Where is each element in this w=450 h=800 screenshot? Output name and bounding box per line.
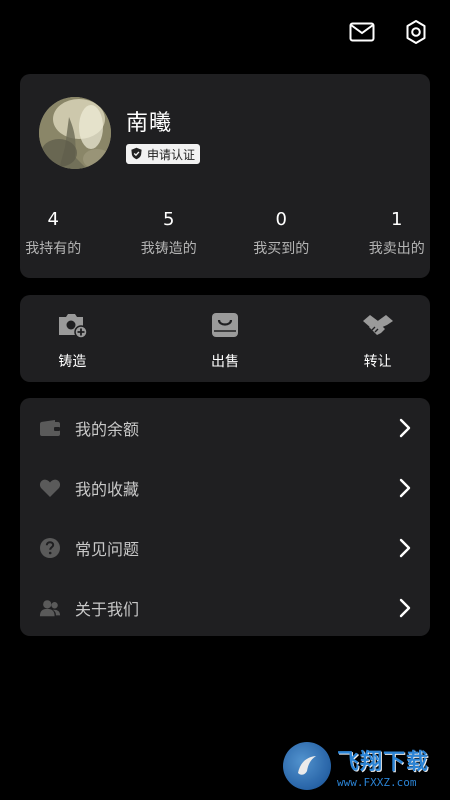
- stat-label: 我买到的: [253, 241, 310, 257]
- mint-button[interactable]: 铸造: [4, 295, 141, 382]
- chevron-right-icon: [398, 538, 412, 558]
- heart-icon: [39, 477, 61, 499]
- actions-card: 铸造 出售 转让: [20, 295, 430, 382]
- transfer-button[interactable]: 转让: [309, 295, 446, 382]
- chevron-right-icon: [398, 478, 412, 498]
- watermark-url: www.FXXZ.com: [337, 775, 417, 789]
- menu-item-about[interactable]: 关于我们: [20, 578, 430, 638]
- profile-page: 南曦 申请认证 4 我持有的 5 我铸造的 0 我买到的 1 我卖出的 铸造 出…: [0, 0, 450, 800]
- stat-value: 5: [163, 209, 175, 230]
- gear-icon[interactable]: [402, 18, 430, 46]
- stat-value: 0: [275, 209, 287, 230]
- watermark-logo-icon: [283, 742, 331, 790]
- watermark: 飞翔下载 www.FXXZ.com: [283, 740, 443, 792]
- stat-label: 我卖出的: [368, 241, 425, 257]
- users-icon: [39, 597, 61, 619]
- question-icon: [39, 537, 61, 559]
- verify-label: 申请认证: [147, 147, 196, 162]
- chevron-right-icon: [398, 598, 412, 618]
- handshake-icon: [361, 311, 395, 343]
- menu-item-faq[interactable]: 常见问题: [20, 518, 430, 578]
- camera-plus-icon: [56, 311, 89, 343]
- stat-bought[interactable]: 0 我买到的: [230, 208, 333, 258]
- stat-sold[interactable]: 1 我卖出的: [346, 208, 449, 258]
- watermark-title: 飞翔下载: [337, 749, 430, 775]
- menu-item-balance[interactable]: 我的余额: [20, 398, 430, 458]
- stat-label: 我持有的: [25, 241, 82, 257]
- profile-card: 南曦 申请认证 4 我持有的 5 我铸造的 0 我买到的 1 我卖出的: [20, 74, 430, 278]
- stat-minted[interactable]: 5 我铸造的: [118, 208, 221, 258]
- action-label: 铸造: [58, 354, 87, 370]
- verified-shield-icon: [130, 145, 143, 164]
- verify-badge[interactable]: 申请认证: [126, 144, 201, 164]
- mail-icon[interactable]: [348, 18, 376, 46]
- menu-label: 关于我们: [75, 600, 140, 619]
- menu-card: 我的余额 我的收藏 常见问题 关于我们: [20, 398, 430, 636]
- stats-row: 4 我持有的 5 我铸造的 0 我买到的 1 我卖出的: [20, 208, 430, 258]
- menu-label: 常见问题: [75, 540, 140, 559]
- chevron-right-icon: [398, 418, 412, 438]
- stat-label: 我铸造的: [140, 241, 197, 257]
- action-label: 转让: [363, 354, 392, 370]
- sell-button[interactable]: 出售: [157, 295, 294, 382]
- wallet-icon: [39, 417, 61, 439]
- menu-label: 我的余额: [75, 420, 140, 439]
- avatar[interactable]: [39, 97, 111, 169]
- stat-value: 4: [47, 209, 59, 230]
- menu-label: 我的收藏: [75, 480, 140, 499]
- stat-held[interactable]: 4 我持有的: [2, 208, 105, 258]
- action-label: 出售: [211, 354, 239, 370]
- stat-value: 1: [391, 209, 403, 230]
- menu-item-favorites[interactable]: 我的收藏: [20, 458, 430, 518]
- top-bar: [348, 18, 430, 46]
- bag-icon: [210, 311, 240, 343]
- username: 南曦: [126, 111, 173, 136]
